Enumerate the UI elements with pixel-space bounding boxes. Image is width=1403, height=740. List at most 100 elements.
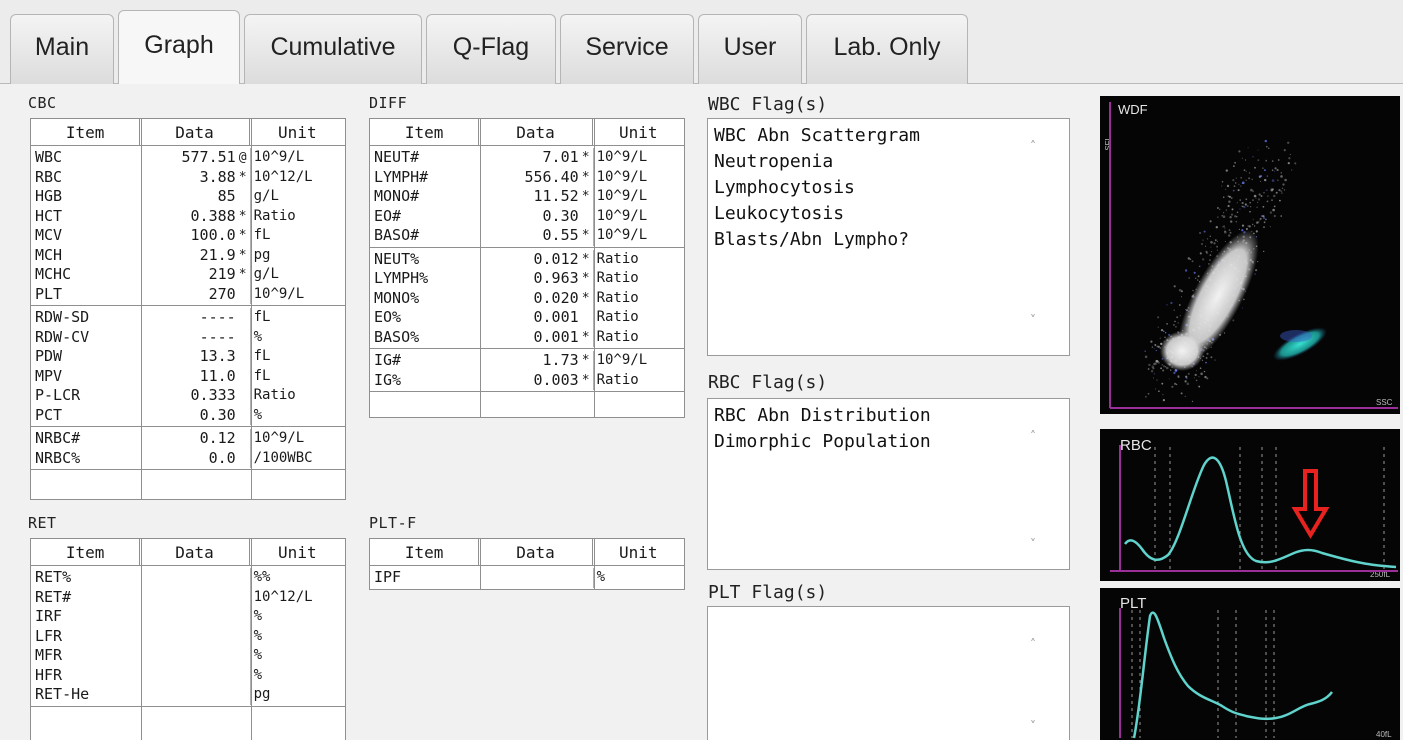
table-row[interactable]: IG% 0.003 * Ratio (370, 370, 684, 390)
table-row[interactable]: RET# 10^12/L (31, 587, 345, 607)
item-cell: NEUT# (374, 148, 420, 167)
table-row[interactable]: IRF% (31, 607, 345, 627)
scatter-dot (1162, 369, 1165, 372)
scatter-dot (1263, 226, 1265, 229)
table-row[interactable]: NRBC# 0.12 10^9/L (31, 429, 345, 449)
table-row[interactable]: LYMPH# 556.40 * 10^9/L (370, 167, 684, 187)
scroll-up-icon[interactable]: ˄ (1030, 637, 1036, 651)
table-row[interactable]: HCT 0.388 * Ratio (31, 206, 345, 226)
scroll-down-icon[interactable]: ˅ (1030, 313, 1036, 327)
table-row[interactable]: HGB 85 g/L (31, 187, 345, 207)
tab-graph[interactable]: Graph (118, 10, 240, 85)
scatter-dot (1264, 139, 1267, 143)
scatter-dot (1207, 238, 1209, 240)
flag-cell: * (581, 372, 590, 388)
tab-main[interactable]: Main (10, 14, 114, 84)
scroll-down-icon[interactable]: ˅ (1030, 537, 1036, 551)
scatter-dot (1273, 194, 1276, 198)
wbc-flags-list[interactable]: WBC Abn Scattergram Neutropenia Lymphocyto… (707, 118, 1070, 356)
column-divider (480, 119, 481, 417)
tab-q-flag[interactable]: Q-Flag (426, 14, 556, 84)
flag-line: Leukocytosis (714, 203, 845, 224)
wdf-plot (1109, 102, 1398, 409)
data-cell: 0.12 (199, 429, 236, 448)
table-row[interactable]: LFR% (31, 626, 345, 646)
scatter-dot (1209, 254, 1212, 256)
tab-service[interactable]: Service (560, 14, 694, 84)
scroll-up-icon[interactable]: ˄ (1030, 139, 1036, 153)
table-row[interactable]: MCHC 219 * g/L (31, 265, 345, 285)
table-row[interactable]: RDW-CV ----% (31, 327, 345, 347)
scatter-dot (1231, 208, 1234, 211)
item-cell: RET% (35, 568, 72, 587)
table-row[interactable]: NEUT% 0.012 * Ratio (370, 249, 684, 269)
table-row[interactable]: IPF% (370, 568, 684, 588)
tab-lab-only[interactable]: Lab. Only (806, 14, 968, 84)
table-row[interactable]: MCV 100.0 * fL (31, 226, 345, 246)
table-row[interactable]: PCT 0.30% (31, 405, 345, 425)
table-row[interactable]: IG# 1.73 * 10^9/L (370, 351, 684, 371)
scatter-dot (1161, 382, 1164, 385)
table-row[interactable]: EO% 0.001 Ratio (370, 308, 684, 328)
scatter-dot (1206, 352, 1209, 355)
item-cell: P-LCR (35, 386, 81, 405)
table-row[interactable]: P-LCR 0.333 Ratio (31, 386, 345, 406)
scatter-dot (1235, 182, 1237, 184)
tab-user[interactable]: User (698, 14, 802, 84)
table-row[interactable]: RBC 3.88 * 10^12/L (31, 167, 345, 187)
scatter-dot (1239, 208, 1241, 210)
table-row[interactable]: MPV 11.0 fL (31, 366, 345, 386)
item-cell: MFR (35, 646, 63, 665)
table-row[interactable]: PLT 270 10^9/L (31, 284, 345, 304)
unit-cell: 10^9/L (249, 148, 345, 168)
scatter-dot (1264, 169, 1266, 171)
table-row[interactable]: NEUT# 7.01 * 10^9/L (370, 148, 684, 168)
flag-cell: * (581, 189, 590, 205)
scatter-dot (1281, 187, 1284, 189)
rbc-histogram: RBC 250fL (1100, 429, 1400, 581)
scatter-dot (1205, 250, 1208, 253)
table-row[interactable]: PDW 13.3 fL (31, 347, 345, 367)
scatter-dot (1177, 322, 1179, 324)
tab-cumulative[interactable]: Cumulative (244, 14, 422, 84)
scatter-dot (1236, 216, 1238, 218)
table-row[interactable]: RDW-SD ---- fL (31, 308, 345, 328)
scatter-dot (1160, 367, 1162, 370)
scatter-dot (1144, 350, 1146, 352)
scatter-dot (1184, 380, 1187, 383)
plt-flags-list[interactable]: ˄ ˅ (707, 606, 1070, 740)
scroll-down-icon[interactable]: ˅ (1030, 719, 1036, 733)
table-row[interactable]: EO# 0.30 10^9/L (370, 206, 684, 226)
item-cell: IG# (374, 351, 402, 370)
item-cell: RDW-SD (35, 308, 90, 327)
table-row[interactable]: MFR% (31, 646, 345, 666)
table-row[interactable]: RET-He pg (31, 685, 345, 705)
table-row[interactable]: BASO% 0.001 * Ratio (370, 327, 684, 347)
item-cell: RBC (35, 167, 63, 186)
data-cell: 0.388 (190, 206, 236, 225)
flag-cell: * (238, 169, 247, 185)
table-row[interactable]: RET%%% (31, 568, 345, 588)
table-row[interactable]: NRBC% 0.0/100WBC (31, 448, 345, 468)
table-row[interactable]: WBC 577.51 @10^9/L (31, 148, 345, 168)
scatter-dot (1257, 198, 1261, 201)
scatter-dot (1202, 239, 1204, 241)
unit-cell: Ratio (249, 206, 345, 226)
table-row[interactable]: HFR% (31, 665, 345, 685)
rbc-flags-list[interactable]: RBC Abn Distribution Dimorphic Population… (707, 398, 1070, 570)
column-header-data: Data (479, 539, 593, 565)
scatter-dot (1274, 167, 1277, 170)
data-cell: 219 (208, 265, 236, 284)
scatter-dot (1166, 323, 1168, 325)
table-row[interactable]: BASO# 0.55 * 10^9/L (370, 226, 684, 246)
table-row[interactable]: MONO% 0.020 * Ratio (370, 288, 684, 308)
data-cell: 0.012 (533, 249, 579, 268)
scroll-up-icon[interactable]: ˄ (1030, 429, 1036, 443)
scatter-dot (1265, 218, 1267, 221)
unit-cell: % (592, 568, 684, 588)
table-row[interactable]: MONO# 11.52 * 10^9/L (370, 187, 684, 207)
scatter-dot (1249, 206, 1252, 208)
table-row[interactable]: LYMPH% 0.963 * Ratio (370, 269, 684, 289)
table-row[interactable]: MCH 21.9 * pg (31, 245, 345, 265)
scatter-dot (1216, 216, 1219, 218)
